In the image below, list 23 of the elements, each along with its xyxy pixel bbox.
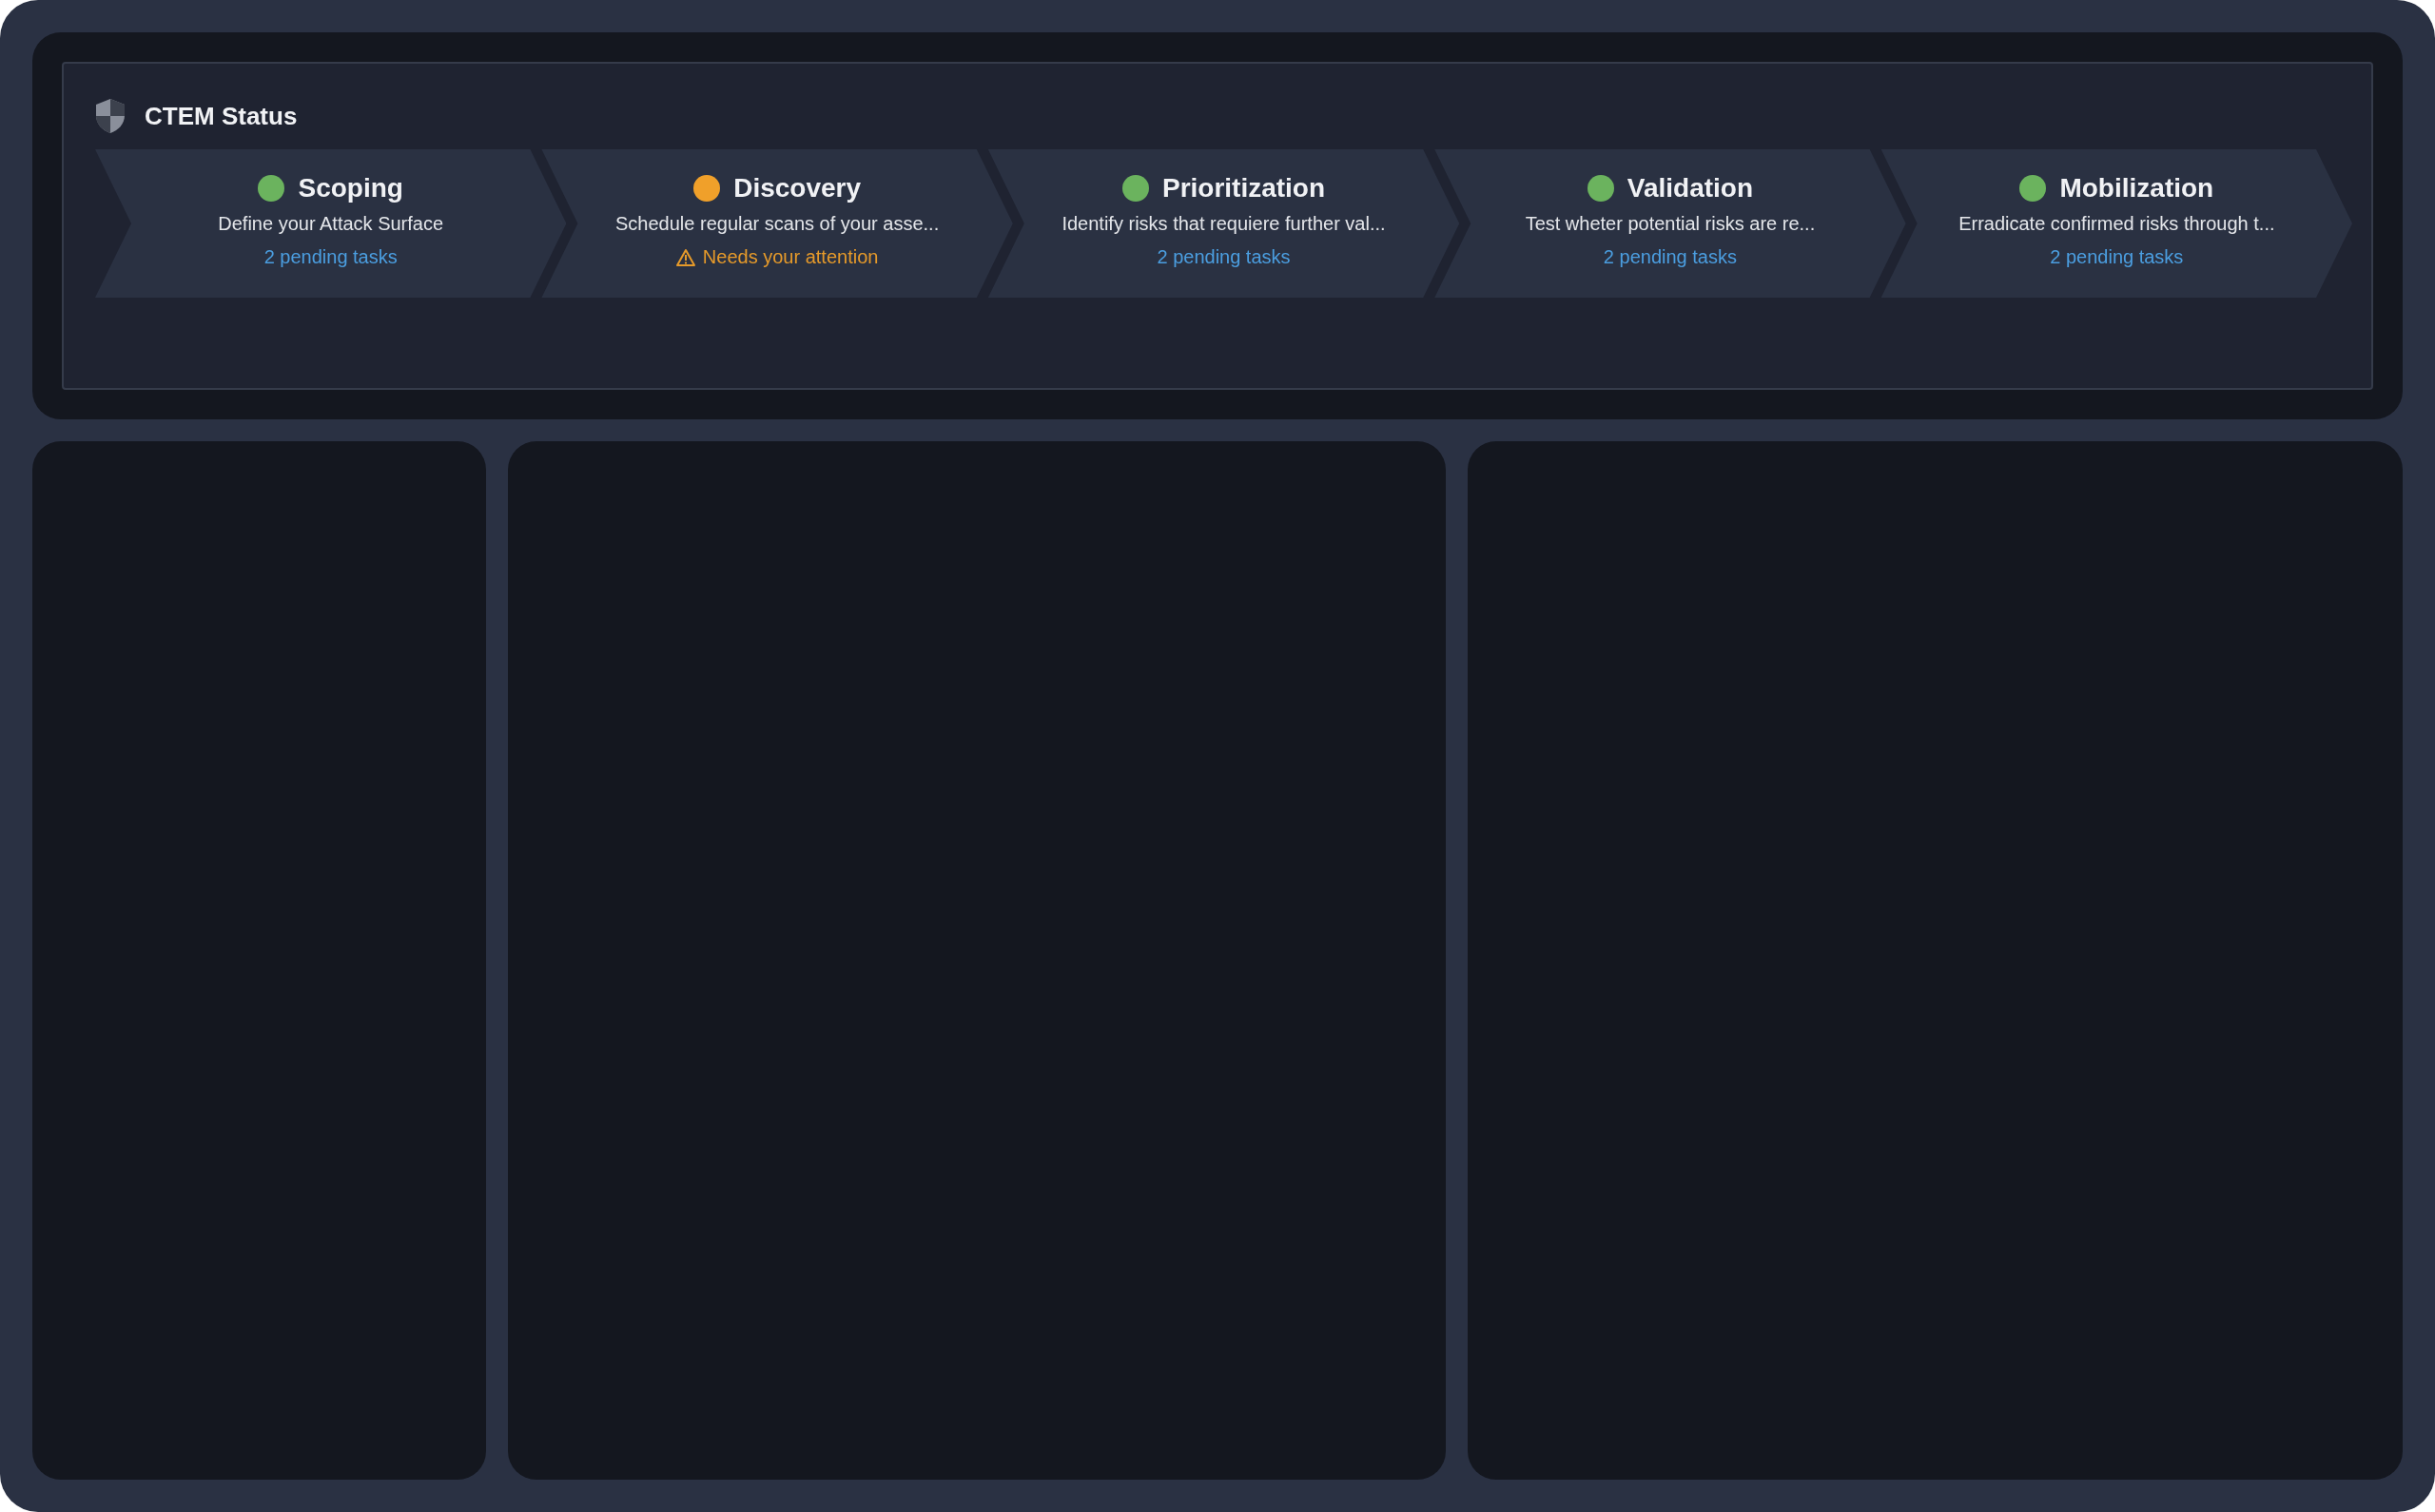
step-description: Test wheter potential risks are re... — [1525, 213, 1816, 235]
warning-icon — [675, 248, 695, 266]
step-description: Identify risks that requiere further val... — [1062, 213, 1386, 235]
step-chevron[interactable]: Scoping Define your Attack Surface 2 pending tasks — [95, 149, 567, 298]
shield-icon — [95, 98, 126, 134]
step-title: Discovery — [733, 173, 862, 204]
pending-tasks-link[interactable]: 2 pending tasks — [1157, 246, 1291, 268]
card-title: CTEM Status — [145, 101, 298, 131]
pending-tasks-link[interactable]: 2 pending tasks — [2050, 246, 2184, 268]
step-description: Define your Attack Surface — [218, 213, 444, 235]
step-description: Erradicate confirmed risks through t... — [1958, 213, 2275, 235]
step-description: Schedule regular scans of your asse... — [615, 213, 940, 235]
pending-tasks-link[interactable]: 2 pending tasks — [263, 246, 398, 268]
step-chevron[interactable]: Discovery Schedule regular scans of your asse... Needs your attention — [541, 149, 1013, 298]
step-title: Prioritization — [1161, 173, 1326, 204]
step-chevron[interactable]: Prioritization Identify risks that requiere further val... 2 pending tasks — [987, 149, 1460, 298]
step-title: Scoping — [298, 173, 403, 204]
step-chevron[interactable]: Validation Test wheter potential risks are re... 2 pending tasks — [1434, 149, 1906, 298]
step-chevron[interactable]: Mobilization Erradicate confirmed risks through t... 2 pending tasks — [1880, 149, 2353, 298]
attention-text: Needs your attention — [702, 246, 879, 268]
step-title: Mobilization — [2059, 173, 2214, 204]
step-title: Validation — [1627, 173, 1754, 204]
pending-tasks-link[interactable]: 2 pending tasks — [1603, 246, 1737, 268]
